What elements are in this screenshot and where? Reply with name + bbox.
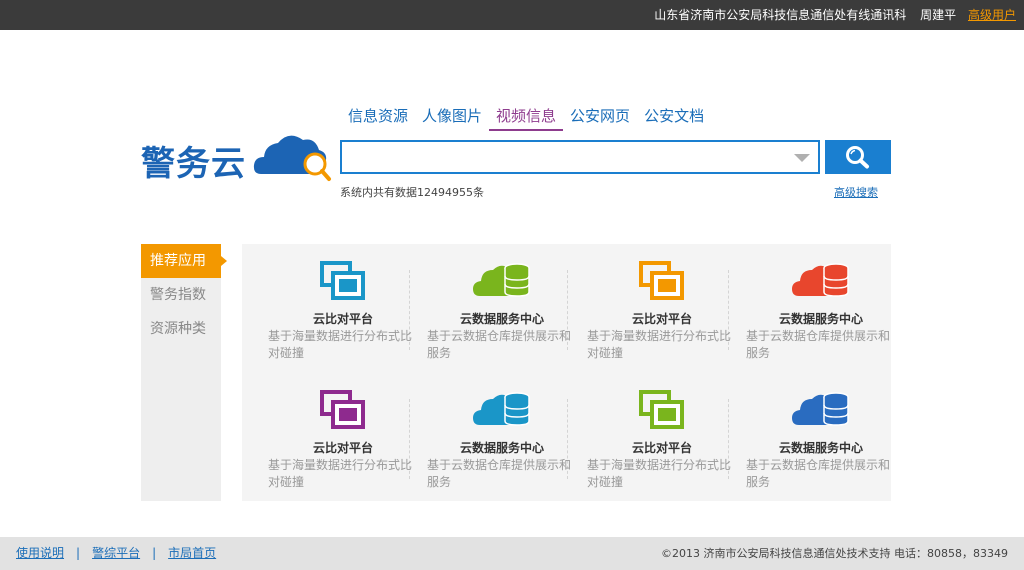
tab-police-docs[interactable]: 公安文档 bbox=[637, 104, 711, 131]
cloud-search-icon bbox=[253, 135, 331, 181]
compare-icon bbox=[638, 260, 686, 306]
app-description: 基于云数据仓库提供展示和服务 bbox=[746, 458, 891, 489]
side-item-police-index[interactable]: 警务指数 bbox=[141, 278, 221, 312]
app-card[interactable]: 云数据服务中心 基于云数据仓库提供展示和服务 bbox=[746, 260, 896, 370]
app-card[interactable]: 云比对平台 基于海量数据进行分布式比对碰撞 bbox=[587, 389, 737, 499]
logo-text: 警务云 bbox=[141, 144, 246, 184]
app-description: 基于海量数据进行分布式比对碰撞 bbox=[587, 329, 732, 360]
top-bar: 山东省济南市公安局科技信息通信处有线通讯科 周建平 高级用户 bbox=[0, 0, 1024, 30]
footer-link-home[interactable]: 市局首页 bbox=[168, 546, 216, 560]
user-info: 山东省济南市公安局科技信息通信处有线通讯科 周建平 高级用户 bbox=[654, 0, 1016, 30]
tab-info-resources[interactable]: 信息资源 bbox=[341, 104, 415, 131]
advanced-search-link[interactable]: 高级搜索 bbox=[834, 184, 878, 200]
tab-video-info[interactable]: 视频信息 bbox=[489, 104, 564, 131]
apps-panel: 云比对平台 基于海量数据进行分布式比对碰撞 云数据服务中心 基于云数据仓库提供展… bbox=[242, 244, 891, 501]
app-title: 云比对平台 bbox=[631, 312, 692, 326]
app-description: 基于海量数据进行分布式比对碰撞 bbox=[268, 458, 413, 489]
app-card[interactable]: 云比对平台 基于海量数据进行分布式比对碰撞 bbox=[268, 389, 418, 499]
tab-portrait-images[interactable]: 人像图片 bbox=[415, 104, 489, 131]
footer-link-platform[interactable]: 警综平台 bbox=[92, 546, 140, 560]
footer-links: 使用说明 | 警综平台 | 市局首页 bbox=[16, 537, 216, 570]
app-description: 基于云数据仓库提供展示和服务 bbox=[746, 329, 891, 360]
footer-separator: | bbox=[76, 546, 81, 560]
app-description: 基于海量数据进行分布式比对碰撞 bbox=[268, 329, 413, 360]
tab-police-web[interactable]: 公安网页 bbox=[563, 104, 637, 131]
user-name: 周建平 bbox=[920, 8, 957, 22]
app-title: 云比对平台 bbox=[631, 441, 692, 455]
cloud-database-icon bbox=[791, 389, 851, 435]
side-menu: 推荐应用 警务指数 资源种类 bbox=[141, 244, 227, 501]
search-box bbox=[340, 140, 820, 174]
cloud-database-icon bbox=[472, 389, 532, 435]
app-description: 基于海量数据进行分布式比对碰撞 bbox=[587, 458, 732, 489]
app-title: 云比对平台 bbox=[312, 441, 373, 455]
app-title: 云比对平台 bbox=[312, 312, 373, 326]
dropdown-arrow-icon[interactable] bbox=[794, 154, 810, 162]
user-role-link[interactable]: 高级用户 bbox=[968, 8, 1016, 22]
app-card[interactable]: 云数据服务中心 基于云数据仓库提供展示和服务 bbox=[746, 389, 896, 499]
organization-name: 山东省济南市公安局科技信息通信处有线通讯科 bbox=[654, 8, 907, 22]
logo: 警务云 bbox=[141, 130, 336, 185]
side-item-recommended[interactable]: 推荐应用 bbox=[141, 244, 227, 278]
app-card[interactable]: 云比对平台 基于海量数据进行分布式比对碰撞 bbox=[268, 260, 418, 370]
search-button[interactable] bbox=[825, 140, 891, 174]
app-title: 云数据服务中心 bbox=[778, 441, 863, 455]
app-description: 基于云数据仓库提供展示和服务 bbox=[427, 329, 572, 360]
compare-icon bbox=[319, 260, 367, 306]
app-title: 云数据服务中心 bbox=[459, 441, 544, 455]
compare-icon bbox=[319, 389, 367, 435]
copyright-text: ©2013 济南市公安局科技信息通信处技术支持 电话：80858，83349 bbox=[661, 547, 1008, 560]
search-input[interactable] bbox=[342, 142, 782, 172]
app-description: 基于云数据仓库提供展示和服务 bbox=[427, 458, 572, 489]
footer-link-manual[interactable]: 使用说明 bbox=[16, 546, 64, 560]
search-tabs: 信息资源 人像图片 视频信息 公安网页 公安文档 bbox=[341, 104, 711, 132]
app-title: 云数据服务中心 bbox=[778, 312, 863, 326]
app-title: 云数据服务中心 bbox=[459, 312, 544, 326]
cloud-database-icon bbox=[472, 260, 532, 306]
app-card[interactable]: 云比对平台 基于海量数据进行分布式比对碰撞 bbox=[587, 260, 737, 370]
search-icon bbox=[846, 146, 869, 169]
footer: 使用说明 | 警综平台 | 市局首页 ©2013 济南市公安局科技信息通信处技术支持 电… bbox=[0, 537, 1024, 570]
app-card[interactable]: 云数据服务中心 基于云数据仓库提供展示和服务 bbox=[427, 260, 577, 370]
app-card[interactable]: 云数据服务中心 基于云数据仓库提供展示和服务 bbox=[427, 389, 577, 499]
cloud-database-icon bbox=[791, 260, 851, 306]
side-item-resource-types[interactable]: 资源种类 bbox=[141, 312, 221, 346]
data-count-text: 系统内共有数据12494955条 bbox=[340, 186, 484, 199]
compare-icon bbox=[638, 389, 686, 435]
footer-separator: | bbox=[152, 546, 157, 560]
